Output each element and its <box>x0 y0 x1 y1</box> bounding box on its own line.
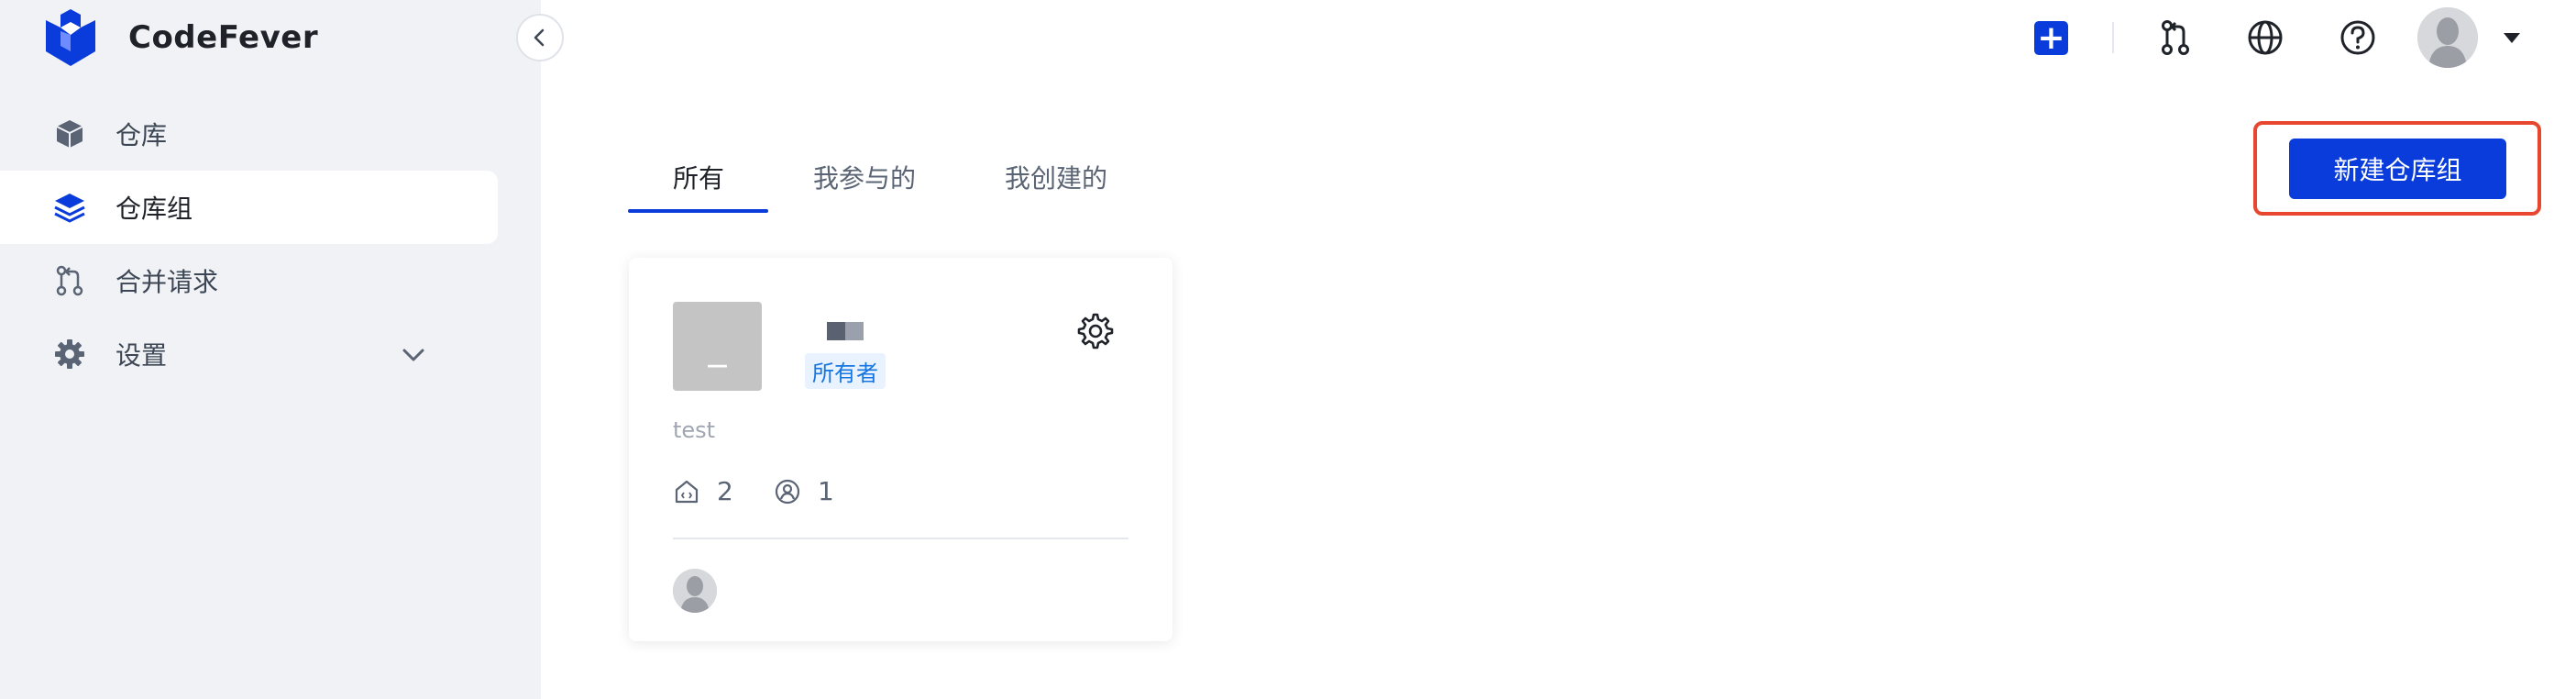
settings-gear-icon[interactable] <box>1077 313 1114 350</box>
sidebar-item-repositories[interactable]: 仓库 <box>0 97 498 171</box>
app-root: CodeFever 仓库 仓库组 合并请求 设置 + 所有 我参与的 我创建的 … <box>0 0 2576 699</box>
help-icon[interactable] <box>2339 19 2376 56</box>
sidebar-item-merge-requests[interactable]: 合并请求 <box>0 244 498 317</box>
gear-icon <box>53 338 86 371</box>
member-count: 1 <box>818 476 834 506</box>
create-plus-button[interactable]: + <box>2034 21 2068 55</box>
topbar-divider <box>2112 22 2114 53</box>
card-divider <box>673 538 1128 539</box>
member-count-stat: 1 <box>774 476 834 506</box>
cube-icon <box>53 117 86 150</box>
group-description: test <box>673 417 716 443</box>
collapse-sidebar-button[interactable] <box>516 14 564 61</box>
logo[interactable]: CodeFever <box>40 7 318 68</box>
tab-all[interactable]: 所有 <box>673 159 724 195</box>
repo-count: 2 <box>717 476 733 506</box>
active-tab-indicator <box>628 209 768 213</box>
repo-count-stat: 2 <box>673 476 733 506</box>
sidebar-item-label: 合并请求 <box>116 267 219 297</box>
user-circle-icon <box>775 479 800 504</box>
group-avatar: _ <box>673 302 762 391</box>
chevron-left-icon <box>534 28 545 47</box>
sidebar-item-label: 仓库 <box>116 120 168 150</box>
merge-request-icon <box>53 264 86 297</box>
role-badge: 所有者 <box>805 353 886 389</box>
app-name: CodeFever <box>128 19 319 56</box>
merge-request-icon[interactable] <box>2157 18 2194 57</box>
globe-icon[interactable] <box>2247 19 2284 56</box>
repository-icon <box>675 480 699 503</box>
sidebar-item-repo-groups[interactable]: 仓库组 <box>0 171 498 244</box>
tab-created[interactable]: 我创建的 <box>1005 159 1107 195</box>
sidebar-item-label: 设置 <box>116 340 168 371</box>
group-name-redacted[interactable] <box>827 322 864 340</box>
member-avatar[interactable] <box>673 569 717 613</box>
caret-down-icon[interactable] <box>2500 28 2524 48</box>
sidebar-item-settings[interactable]: 设置 <box>0 317 498 391</box>
new-repo-group-button[interactable]: 新建仓库组 <box>2289 139 2506 199</box>
sidebar: CodeFever 仓库 仓库组 合并请求 设置 <box>0 0 541 699</box>
tab-participated[interactable]: 我参与的 <box>813 159 916 195</box>
layers-icon <box>53 191 86 224</box>
codefever-logo-icon <box>46 9 95 66</box>
sidebar-item-label: 仓库组 <box>116 194 193 224</box>
user-avatar[interactable] <box>2417 7 2478 68</box>
chevron-down-icon[interactable] <box>400 341 427 369</box>
repo-group-card[interactable]: _ 所有者 test 2 1 <box>629 258 1172 641</box>
